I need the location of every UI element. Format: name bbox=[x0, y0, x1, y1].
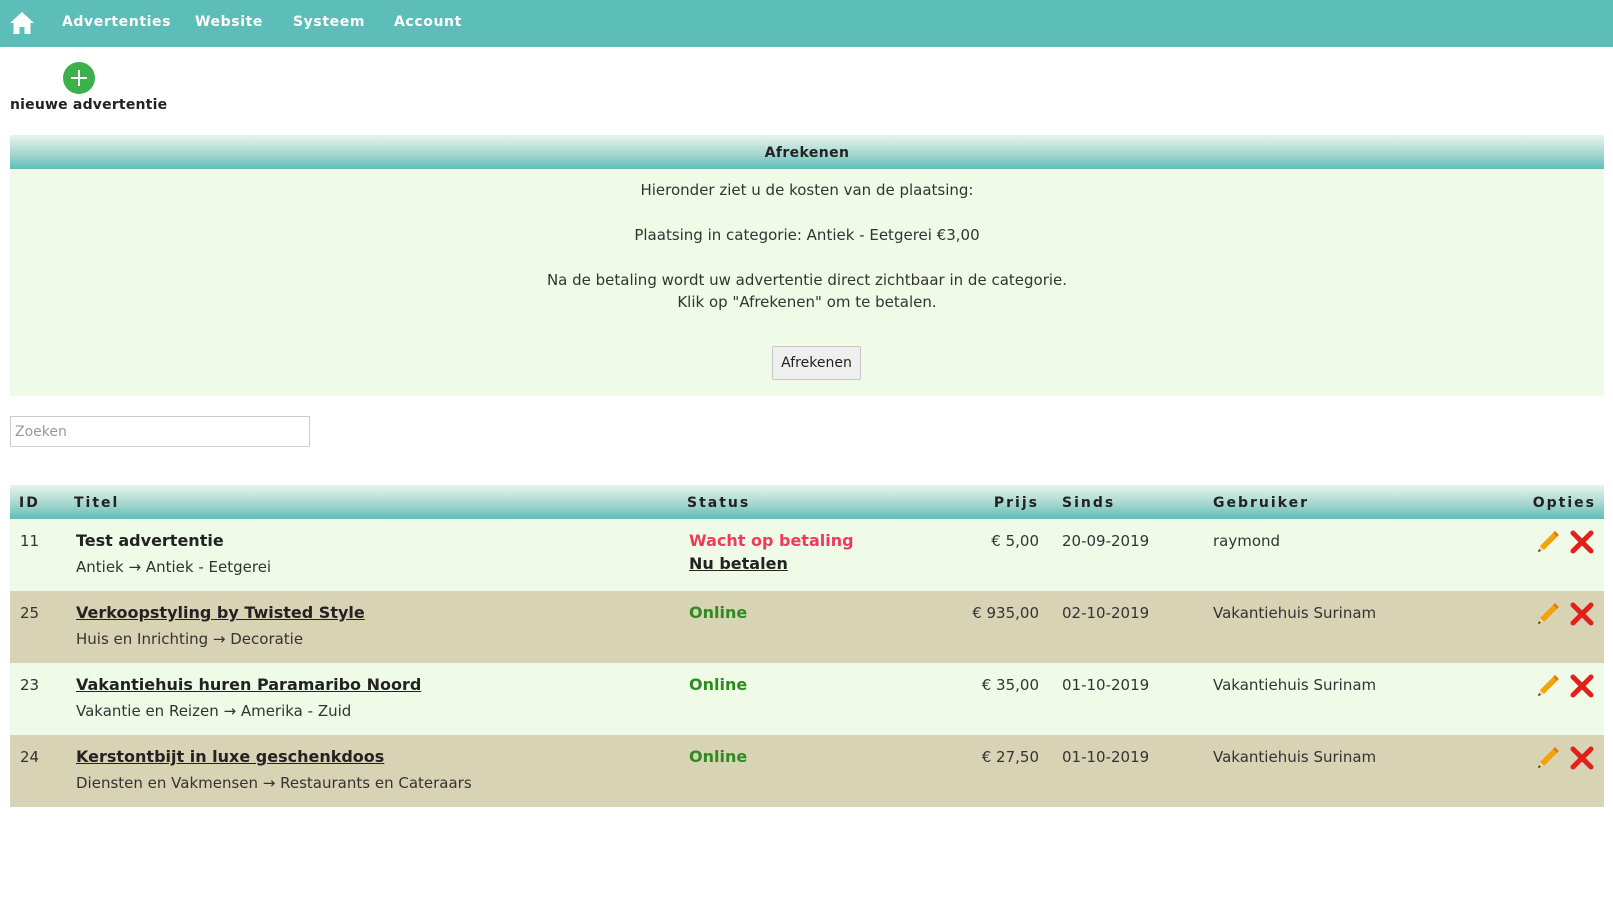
search-input[interactable] bbox=[10, 416, 310, 447]
row-price: € 27,50 bbox=[981, 748, 1039, 766]
row-status: Online bbox=[689, 603, 748, 622]
delete-x-icon[interactable] bbox=[1570, 602, 1594, 626]
nav-item-account[interactable]: Account bbox=[394, 14, 462, 30]
row-price: € 5,00 bbox=[991, 532, 1039, 550]
column-header-id[interactable]: ID bbox=[19, 495, 40, 511]
plus-circle-icon bbox=[63, 62, 95, 94]
column-header-user[interactable]: Gebruiker bbox=[1213, 495, 1309, 511]
row-since: 01-10-2019 bbox=[1062, 676, 1150, 694]
row-id: 23 bbox=[20, 676, 40, 694]
checkout-info-text: Na de betaling wordt uw advertentie dire… bbox=[546, 271, 1068, 289]
row-title-link[interactable]: Vakantiehuis huren Paramaribo Noord bbox=[76, 675, 421, 694]
row-title: Test advertentie bbox=[76, 531, 224, 550]
row-title-link[interactable]: Kerstontbijt in luxe geschenkdoos bbox=[76, 747, 384, 766]
row-status: Wacht op betaling bbox=[689, 531, 854, 550]
checkout-placement-text: Plaatsing in categorie: Antiek - Eetgere… bbox=[634, 226, 980, 244]
delete-x-icon[interactable] bbox=[1570, 530, 1594, 554]
column-header-price[interactable]: Prijs bbox=[994, 495, 1039, 511]
nav-item-website[interactable]: Website bbox=[195, 14, 263, 30]
pencil-icon[interactable] bbox=[1535, 528, 1561, 554]
row-category: Huis en Inrichting → Decoratie bbox=[76, 630, 304, 648]
table-row: 23 Vakantiehuis huren Paramaribo Noord V… bbox=[10, 663, 1604, 735]
checkout-button[interactable]: Afrekenen bbox=[772, 346, 861, 380]
column-header-options: Opties bbox=[1532, 495, 1596, 511]
column-header-since[interactable]: Sinds bbox=[1062, 495, 1115, 511]
new-ad-button[interactable]: nieuwe advertentie bbox=[10, 62, 170, 118]
row-since: 20-09-2019 bbox=[1062, 532, 1150, 550]
top-navigation-bar: Advertenties Website Systeem Account bbox=[0, 0, 1613, 47]
row-user: Vakantiehuis Surinam bbox=[1213, 604, 1377, 622]
table-row: 25 Verkoopstyling by Twisted Style Huis … bbox=[10, 591, 1604, 663]
ads-table: ID Titel Status Prijs Sinds Gebruiker Op… bbox=[10, 485, 1604, 807]
checkout-panel: Afrekenen Hieronder ziet u de kosten van… bbox=[10, 135, 1604, 396]
home-icon[interactable] bbox=[9, 10, 35, 36]
nav-item-systeem[interactable]: Systeem bbox=[293, 14, 365, 30]
row-price: € 35,00 bbox=[981, 676, 1039, 694]
row-user: Vakantiehuis Surinam bbox=[1213, 676, 1377, 694]
pay-now-link[interactable]: Nu betalen bbox=[689, 554, 788, 573]
new-ad-label: nieuwe advertentie bbox=[10, 97, 168, 113]
pencil-icon[interactable] bbox=[1535, 744, 1561, 770]
row-category: Vakantie en Reizen → Amerika - Zuid bbox=[76, 702, 352, 720]
row-user: Vakantiehuis Surinam bbox=[1213, 748, 1377, 766]
checkout-intro-text: Hieronder ziet u de kosten van de plaats… bbox=[640, 181, 974, 199]
row-since: 01-10-2019 bbox=[1062, 748, 1150, 766]
row-id: 11 bbox=[20, 532, 40, 550]
nav-item-advertenties[interactable]: Advertenties bbox=[62, 14, 171, 30]
column-header-title[interactable]: Titel bbox=[74, 495, 119, 511]
row-status: Online bbox=[689, 675, 748, 694]
pencil-icon[interactable] bbox=[1535, 672, 1561, 698]
delete-x-icon[interactable] bbox=[1570, 674, 1594, 698]
checkout-instruction-text: Klik op "Afrekenen" om te betalen. bbox=[677, 293, 937, 311]
delete-x-icon[interactable] bbox=[1570, 746, 1594, 770]
table-row: 11 Test advertentie Antiek → Antiek - Ee… bbox=[10, 519, 1604, 591]
row-user: raymond bbox=[1213, 532, 1281, 550]
row-category: Antiek → Antiek - Eetgerei bbox=[76, 558, 272, 576]
checkout-title: Afrekenen bbox=[10, 135, 1604, 169]
row-category: Diensten en Vakmensen → Restaurants en C… bbox=[76, 774, 472, 792]
table-row: 24 Kerstontbijt in luxe geschenkdoos Die… bbox=[10, 735, 1604, 807]
row-price: € 935,00 bbox=[972, 604, 1039, 622]
row-id: 25 bbox=[20, 604, 40, 622]
row-status: Online bbox=[689, 747, 748, 766]
row-since: 02-10-2019 bbox=[1062, 604, 1150, 622]
table-header: ID Titel Status Prijs Sinds Gebruiker Op… bbox=[10, 485, 1604, 519]
column-header-status[interactable]: Status bbox=[687, 495, 750, 511]
row-title-link[interactable]: Verkoopstyling by Twisted Style bbox=[76, 603, 365, 622]
pencil-icon[interactable] bbox=[1535, 600, 1561, 626]
row-id: 24 bbox=[20, 748, 40, 766]
